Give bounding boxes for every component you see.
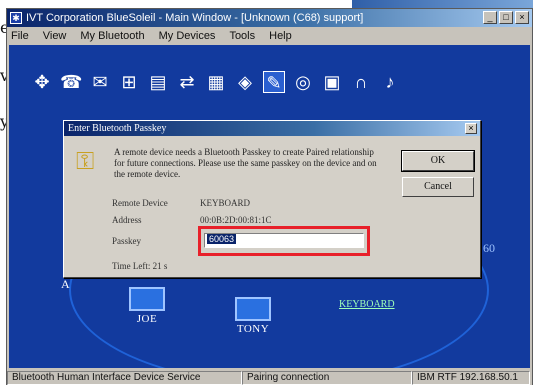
- device-joe[interactable]: JOE: [117, 287, 177, 325]
- av-icon[interactable]: ♪: [379, 71, 401, 93]
- menu-view[interactable]: View: [43, 30, 67, 42]
- window-controls: _ □ ×: [483, 11, 529, 24]
- ok-button[interactable]: OK: [401, 150, 475, 172]
- device-label-partial: 60: [483, 241, 495, 255]
- maximize-button[interactable]: □: [499, 11, 513, 24]
- sync-icon[interactable]: ⇄: [176, 71, 198, 93]
- close-button[interactable]: ×: [515, 11, 529, 24]
- device-label: TONY: [236, 323, 270, 335]
- menu-bar: File View My Bluetooth My Devices Tools …: [7, 27, 532, 44]
- passkey-dialog: Enter Bluetooth Passkey × ⚿ A remote dev…: [63, 120, 481, 278]
- dialog-titlebar[interactable]: Enter Bluetooth Passkey: [64, 121, 480, 136]
- menu-my-devices[interactable]: My Devices: [159, 30, 216, 42]
- app-title: IVT Corporation BlueSoleil - Main Window…: [26, 12, 364, 24]
- opp-icon[interactable]: ▦: [205, 71, 227, 93]
- dun-icon[interactable]: ☎: [60, 71, 82, 93]
- cancel-button[interactable]: Cancel: [402, 177, 474, 197]
- status-bar: Bluetooth Human Interface Device Service…: [7, 370, 532, 385]
- remote-device-value: KEYBOARD: [200, 198, 251, 208]
- time-left-label: Time Left: 21 s: [112, 261, 168, 271]
- status-host: IBM RTF 192.168.50.1: [412, 371, 530, 385]
- passkey-highlight-annotation: [198, 226, 370, 256]
- headset-icon[interactable]: ∩: [350, 71, 372, 93]
- device-label: JOE: [136, 313, 158, 325]
- lan-icon[interactable]: ⊞: [118, 71, 140, 93]
- bip-icon[interactable]: ◈: [234, 71, 256, 93]
- service-toolbar: ✥ ☎ ✉ ⊞ ▤ ⇄ ▦ ◈ ✎ ◎ ▣ ∩ ♪: [31, 71, 401, 93]
- device-keyboard[interactable]: KEYBOARD: [339, 299, 395, 310]
- remote-device-label: Remote Device: [112, 198, 168, 208]
- computer-icon: [129, 287, 165, 311]
- menu-my-bluetooth[interactable]: My Bluetooth: [80, 30, 144, 42]
- status-connection: Pairing connection: [242, 371, 412, 385]
- hid-icon[interactable]: ✎: [263, 71, 285, 93]
- fax-icon[interactable]: ✉: [89, 71, 111, 93]
- address-value: 00:0B:2D:00:81:1C: [200, 215, 272, 225]
- dialog-message: A remote device needs a Bluetooth Passke…: [114, 147, 377, 179]
- status-service: Bluetooth Human Interface Device Service: [7, 371, 242, 385]
- computer-icon: [235, 297, 271, 321]
- passkey-label: Passkey: [112, 236, 141, 246]
- serial-icon[interactable]: ◎: [292, 71, 314, 93]
- app-titlebar[interactable]: ✱ IVT Corporation BlueSoleil - Main Wind…: [7, 9, 532, 27]
- printer-icon[interactable]: ▣: [321, 71, 343, 93]
- address-label: Address: [112, 215, 142, 225]
- key-icon: ⚿: [76, 148, 95, 175]
- menu-tools[interactable]: Tools: [229, 30, 255, 42]
- app-icon: ✱: [10, 12, 22, 24]
- dialog-close-button[interactable]: ×: [465, 123, 477, 134]
- screenshot-stage: e vo y ✱ IVT Corporation BlueSoleil - Ma…: [0, 0, 533, 385]
- ftp-icon[interactable]: ▤: [147, 71, 169, 93]
- menu-file[interactable]: File: [11, 30, 29, 42]
- device-tony[interactable]: TONY: [223, 297, 283, 335]
- device-label-partial: A: [61, 277, 70, 291]
- menu-help[interactable]: Help: [269, 30, 292, 42]
- minimize-button[interactable]: _: [483, 11, 497, 24]
- pan-icon[interactable]: ✥: [31, 71, 53, 93]
